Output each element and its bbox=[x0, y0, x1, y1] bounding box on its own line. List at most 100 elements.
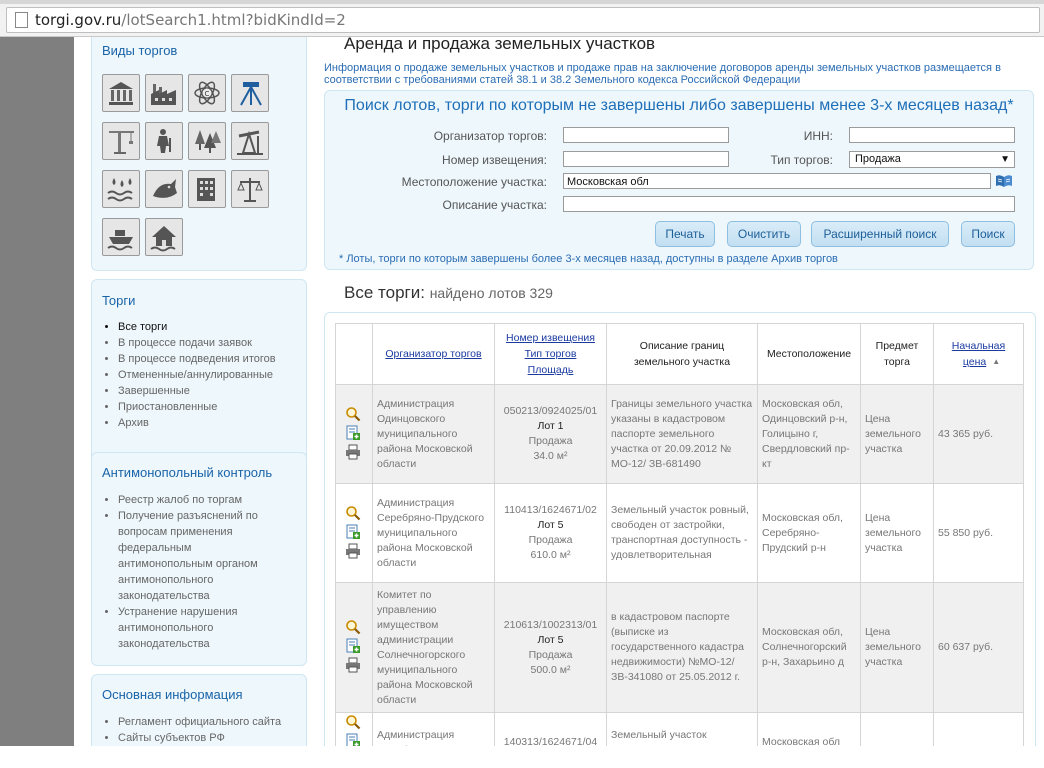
url-path: /lotSearch1.html?bidKindId=2 bbox=[121, 11, 346, 29]
water-drops-icon[interactable] bbox=[102, 170, 140, 208]
main-info-list: Регламент официального сайта Сайты субъе… bbox=[98, 714, 298, 746]
fish-icon[interactable] bbox=[145, 170, 183, 208]
cell-subject: Цена земельного участка bbox=[860, 483, 934, 583]
cell-organizer: Администрация Серебряно- bbox=[372, 712, 495, 746]
trade-type: Продажа bbox=[528, 648, 573, 661]
main-info-title: Основная информация bbox=[102, 687, 243, 702]
print-button[interactable]: Печать bbox=[655, 221, 715, 247]
area: 610.0 м² bbox=[530, 549, 571, 561]
table-header-row: Организатор торгов Номер извещения Тип то… bbox=[335, 323, 1024, 385]
main-info-item-regional-sites[interactable]: Сайты субъектов РФ bbox=[118, 730, 298, 746]
auctions-item-cancelled[interactable]: Отмененные/аннулированные bbox=[118, 367, 298, 383]
page-info-text: Информация о продаже земельных участков … bbox=[324, 62, 1001, 86]
sort-notice-link[interactable]: Номер извещения bbox=[506, 332, 595, 344]
sort-area-link[interactable]: Площадь bbox=[528, 364, 574, 376]
sort-organizer-link[interactable]: Организатор торгов bbox=[385, 348, 481, 360]
house-icon[interactable] bbox=[145, 218, 183, 256]
antimonopoly-item-complaints[interactable]: Реестр жалоб по торгам bbox=[118, 492, 288, 508]
trade-type-select[interactable]: Продажа ▼ bbox=[849, 151, 1015, 168]
header-organizer: Организатор торгов bbox=[372, 323, 495, 385]
notice-number-input[interactable] bbox=[563, 151, 729, 167]
sort-trade-type-link[interactable]: Тип торгов bbox=[525, 348, 577, 360]
inn-input[interactable] bbox=[849, 127, 1015, 143]
forest-trees-icon[interactable] bbox=[188, 122, 226, 160]
antimonopoly-panel: Антимонопольный контроль Реестр жалоб по… bbox=[91, 452, 307, 666]
browser-toolbar: torgi.gov.ru/lotSearch1.html?bidKindId=2 bbox=[0, 0, 1044, 37]
sort-asc-icon[interactable]: ▲ bbox=[992, 357, 1000, 366]
auctions-item-summarizing[interactable]: В процессе подведения итогов bbox=[118, 351, 298, 367]
main-info-panel: Основная информация Регламент официально… bbox=[91, 674, 307, 746]
crane-icon[interactable] bbox=[102, 122, 140, 160]
auctions-item-accepting[interactable]: В процессе подачи заявок bbox=[118, 335, 298, 351]
row-actions bbox=[335, 483, 373, 583]
trade-types-title: Виды торгов bbox=[102, 43, 178, 58]
search-button[interactable]: Поиск bbox=[961, 221, 1015, 247]
table-row[interactable]: Комитет по управлению имуществом админис… bbox=[335, 582, 1024, 713]
table-row[interactable]: Администрация Серебряно- 140313/1624671/0… bbox=[335, 712, 1024, 746]
table-row[interactable]: Администрация Одинцовского муниципальног… bbox=[335, 384, 1024, 484]
row-actions bbox=[335, 384, 373, 484]
inn-label: ИНН: bbox=[803, 129, 833, 143]
search-title: Поиск лотов, торги по которым не заверше… bbox=[344, 97, 1014, 114]
add-to-favorites-icon[interactable] bbox=[345, 638, 363, 657]
url-text[interactable]: torgi.gov.ru/lotSearch1.html?bidKindId=2 bbox=[35, 11, 346, 29]
cell-location: Московская обл, Солнечногорский р-н, Зах… bbox=[757, 582, 861, 713]
auctions-item-all[interactable]: Все торги bbox=[118, 319, 298, 335]
cell-organizer: Администрация Серебряно-Прудского муници… bbox=[372, 483, 495, 583]
cell-organizer: Комитет по управлению имуществом админис… bbox=[372, 582, 495, 713]
page-title: Аренда и продажа земельных участков bbox=[344, 37, 656, 53]
add-to-favorites-icon[interactable] bbox=[345, 524, 363, 543]
row-actions bbox=[335, 712, 373, 746]
lot-number: Лот 5 bbox=[537, 633, 564, 646]
antimonopoly-list: Реестр жалоб по торгам Получение разъясн… bbox=[98, 492, 288, 652]
auctions-item-completed[interactable]: Завершенные bbox=[118, 383, 298, 399]
header-description: Описание границ земельного участка bbox=[606, 323, 758, 385]
header-subject: Предмет торга bbox=[860, 323, 934, 385]
organizer-input[interactable] bbox=[563, 127, 729, 143]
address-bar[interactable]: torgi.gov.ru/lotSearch1.html?bidKindId=2 bbox=[6, 7, 1040, 33]
page-icon bbox=[15, 12, 28, 28]
surveyor-tripod-icon[interactable] bbox=[231, 74, 269, 112]
factory-icon[interactable] bbox=[145, 74, 183, 112]
results-table-body: Администрация Одинцовского муниципальног… bbox=[335, 384, 1024, 746]
advanced-search-button[interactable]: Расширенный поиск bbox=[811, 221, 949, 247]
add-to-favorites-icon[interactable] bbox=[345, 733, 363, 746]
law-scales-icon[interactable] bbox=[231, 170, 269, 208]
view-magnifier-icon[interactable] bbox=[345, 406, 363, 425]
trade-types-panel: Виды торгов C bbox=[91, 37, 307, 271]
print-icon[interactable] bbox=[345, 444, 363, 463]
cell-price: 55 850 руб. bbox=[933, 483, 1024, 583]
notice-number: 210613/1002313/01 bbox=[503, 618, 598, 631]
sidebar: Виды торгов C Торги • Все торги • В проц… bbox=[82, 37, 314, 746]
header-notice: Номер извещения Тип торгов Площадь bbox=[494, 323, 607, 385]
copyright-atom-icon[interactable]: C bbox=[188, 74, 226, 112]
auctions-item-suspended[interactable]: Приостановленные bbox=[118, 399, 298, 415]
antimonopoly-item-clarifications[interactable]: Получение разъяснений по вопросам примен… bbox=[118, 508, 288, 604]
oil-pump-icon[interactable] bbox=[231, 122, 269, 160]
clear-button[interactable]: Очистить bbox=[727, 221, 801, 247]
address-book-icon[interactable] bbox=[995, 174, 1013, 188]
antimonopoly-item-violations[interactable]: Устранение нарушения антимонопольного за… bbox=[118, 604, 288, 652]
location-input[interactable]: Московская обл bbox=[563, 173, 991, 189]
print-icon[interactable] bbox=[345, 657, 363, 676]
main-info-item-regulations[interactable]: Регламент официального сайта bbox=[118, 714, 298, 730]
view-magnifier-icon[interactable] bbox=[345, 714, 363, 733]
auctions-item-archive[interactable]: Архив bbox=[118, 415, 298, 431]
lot-number: Лот 1 bbox=[537, 420, 564, 432]
cell-notice: 210613/1002313/01 Лот 5 Продажа 500.0 м² bbox=[494, 582, 607, 713]
add-to-favorites-icon[interactable] bbox=[345, 425, 363, 444]
view-magnifier-icon[interactable] bbox=[345, 505, 363, 524]
area: 34.0 м² bbox=[533, 450, 568, 462]
print-icon[interactable] bbox=[345, 543, 363, 562]
cell-price: 43 365 руб. bbox=[933, 384, 1024, 484]
bank-building-icon[interactable] bbox=[102, 74, 140, 112]
person-sculpture-icon[interactable] bbox=[145, 122, 183, 160]
table-row[interactable]: Администрация Серебряно-Прудского муници… bbox=[335, 483, 1024, 583]
description-input[interactable] bbox=[563, 196, 1015, 212]
view-magnifier-icon[interactable] bbox=[345, 619, 363, 638]
main-content: Аренда и продажа земельных участков Инфо… bbox=[314, 37, 1044, 746]
description-label: Описание участка: bbox=[442, 198, 548, 212]
ship-icon[interactable] bbox=[102, 218, 140, 256]
auctions-panel: Торги Все торги В процессе подачи заявок… bbox=[91, 279, 307, 465]
residential-building-icon[interactable] bbox=[188, 170, 226, 208]
